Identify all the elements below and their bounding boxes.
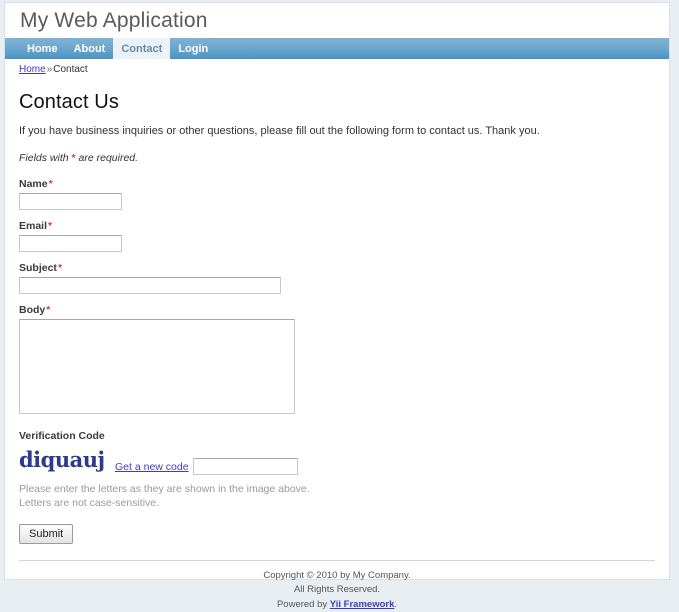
captcha-text: diquauj [19,447,105,473]
footer-powered-by: Powered by Yii Framework. [5,598,669,612]
nav-item-contact[interactable]: Contact [113,38,171,59]
form-row-name: Name* [19,178,655,210]
form-row-body: Body* [19,304,655,417]
site-footer: Copyright © 2010 by My Company. All Righ… [5,561,669,612]
required-asterisk: * [57,261,63,274]
label-verification-code: Verification Code [19,429,105,442]
label-email: Email* [19,220,655,232]
footer-rights: All Rights Reserved. [293,584,381,596]
captcha-hint: Please enter the letters as they are sho… [19,482,655,510]
main-navigation: Home About Contact Login [5,38,669,59]
breadcrumb: Home»Contact [5,59,669,77]
yii-framework-link[interactable]: Yii Framework [330,599,395,610]
form-row-subject: Subject* [19,262,655,294]
footer-powered-prefix: Powered by [276,598,330,610]
required-note-prefix: Fields with [19,151,72,164]
form-row-verification: Verification Code diquauj Get a new code… [19,430,655,510]
nav-item-home[interactable]: Home [19,38,66,59]
label-name: Name* [19,178,655,190]
get-new-code-link[interactable]: Get a new code [115,461,189,473]
breadcrumb-link-home[interactable]: Home [19,64,46,75]
label-body: Body* [19,304,655,316]
required-asterisk: * [46,303,51,316]
captcha-image: diquauj [19,445,107,475]
page-title: Contact Us [19,91,119,113]
required-asterisk: * [48,177,53,190]
captcha-hint-line-2: Letters are not case-sensitive. [19,497,160,510]
label-name-text: Name [19,177,48,190]
label-subject-text: Subject [19,261,57,274]
main-content: Contact Us If you have business inquirie… [5,77,669,556]
form-actions: Submit [19,524,655,556]
nav-item-about[interactable]: About [66,38,114,59]
intro-paragraph: If you have business inquiries or other … [19,125,540,137]
footer-powered-suffix: . [394,598,398,610]
verification-code-input[interactable] [192,457,298,475]
footer-copyright: Copyright © 2010 by My Company. [263,570,411,582]
captcha-area: diquauj Get a new code [19,445,655,475]
body-textarea[interactable] [19,318,295,414]
label-email-text: Email [19,219,48,232]
label-body-text: Body [19,303,46,316]
label-subject: Subject* [19,262,655,274]
required-fields-note: Fields with * are required. [19,152,655,164]
required-asterisk: * [48,219,53,232]
form-row-email: Email* [19,220,655,252]
name-input[interactable] [19,192,122,210]
breadcrumb-current: Contact [53,64,88,75]
required-note-suffix: are required. [75,151,139,164]
email-input[interactable] [19,234,122,252]
subject-input[interactable] [19,276,281,294]
site-title: My Web Application [20,9,208,32]
page-container: My Web Application Home About Contact Lo… [4,2,670,610]
submit-button[interactable]: Submit [19,524,74,545]
captcha-hint-line-1: Please enter the letters as they are sho… [19,482,310,495]
nav-item-login[interactable]: Login [170,38,216,59]
site-header: My Web Application [5,3,669,38]
